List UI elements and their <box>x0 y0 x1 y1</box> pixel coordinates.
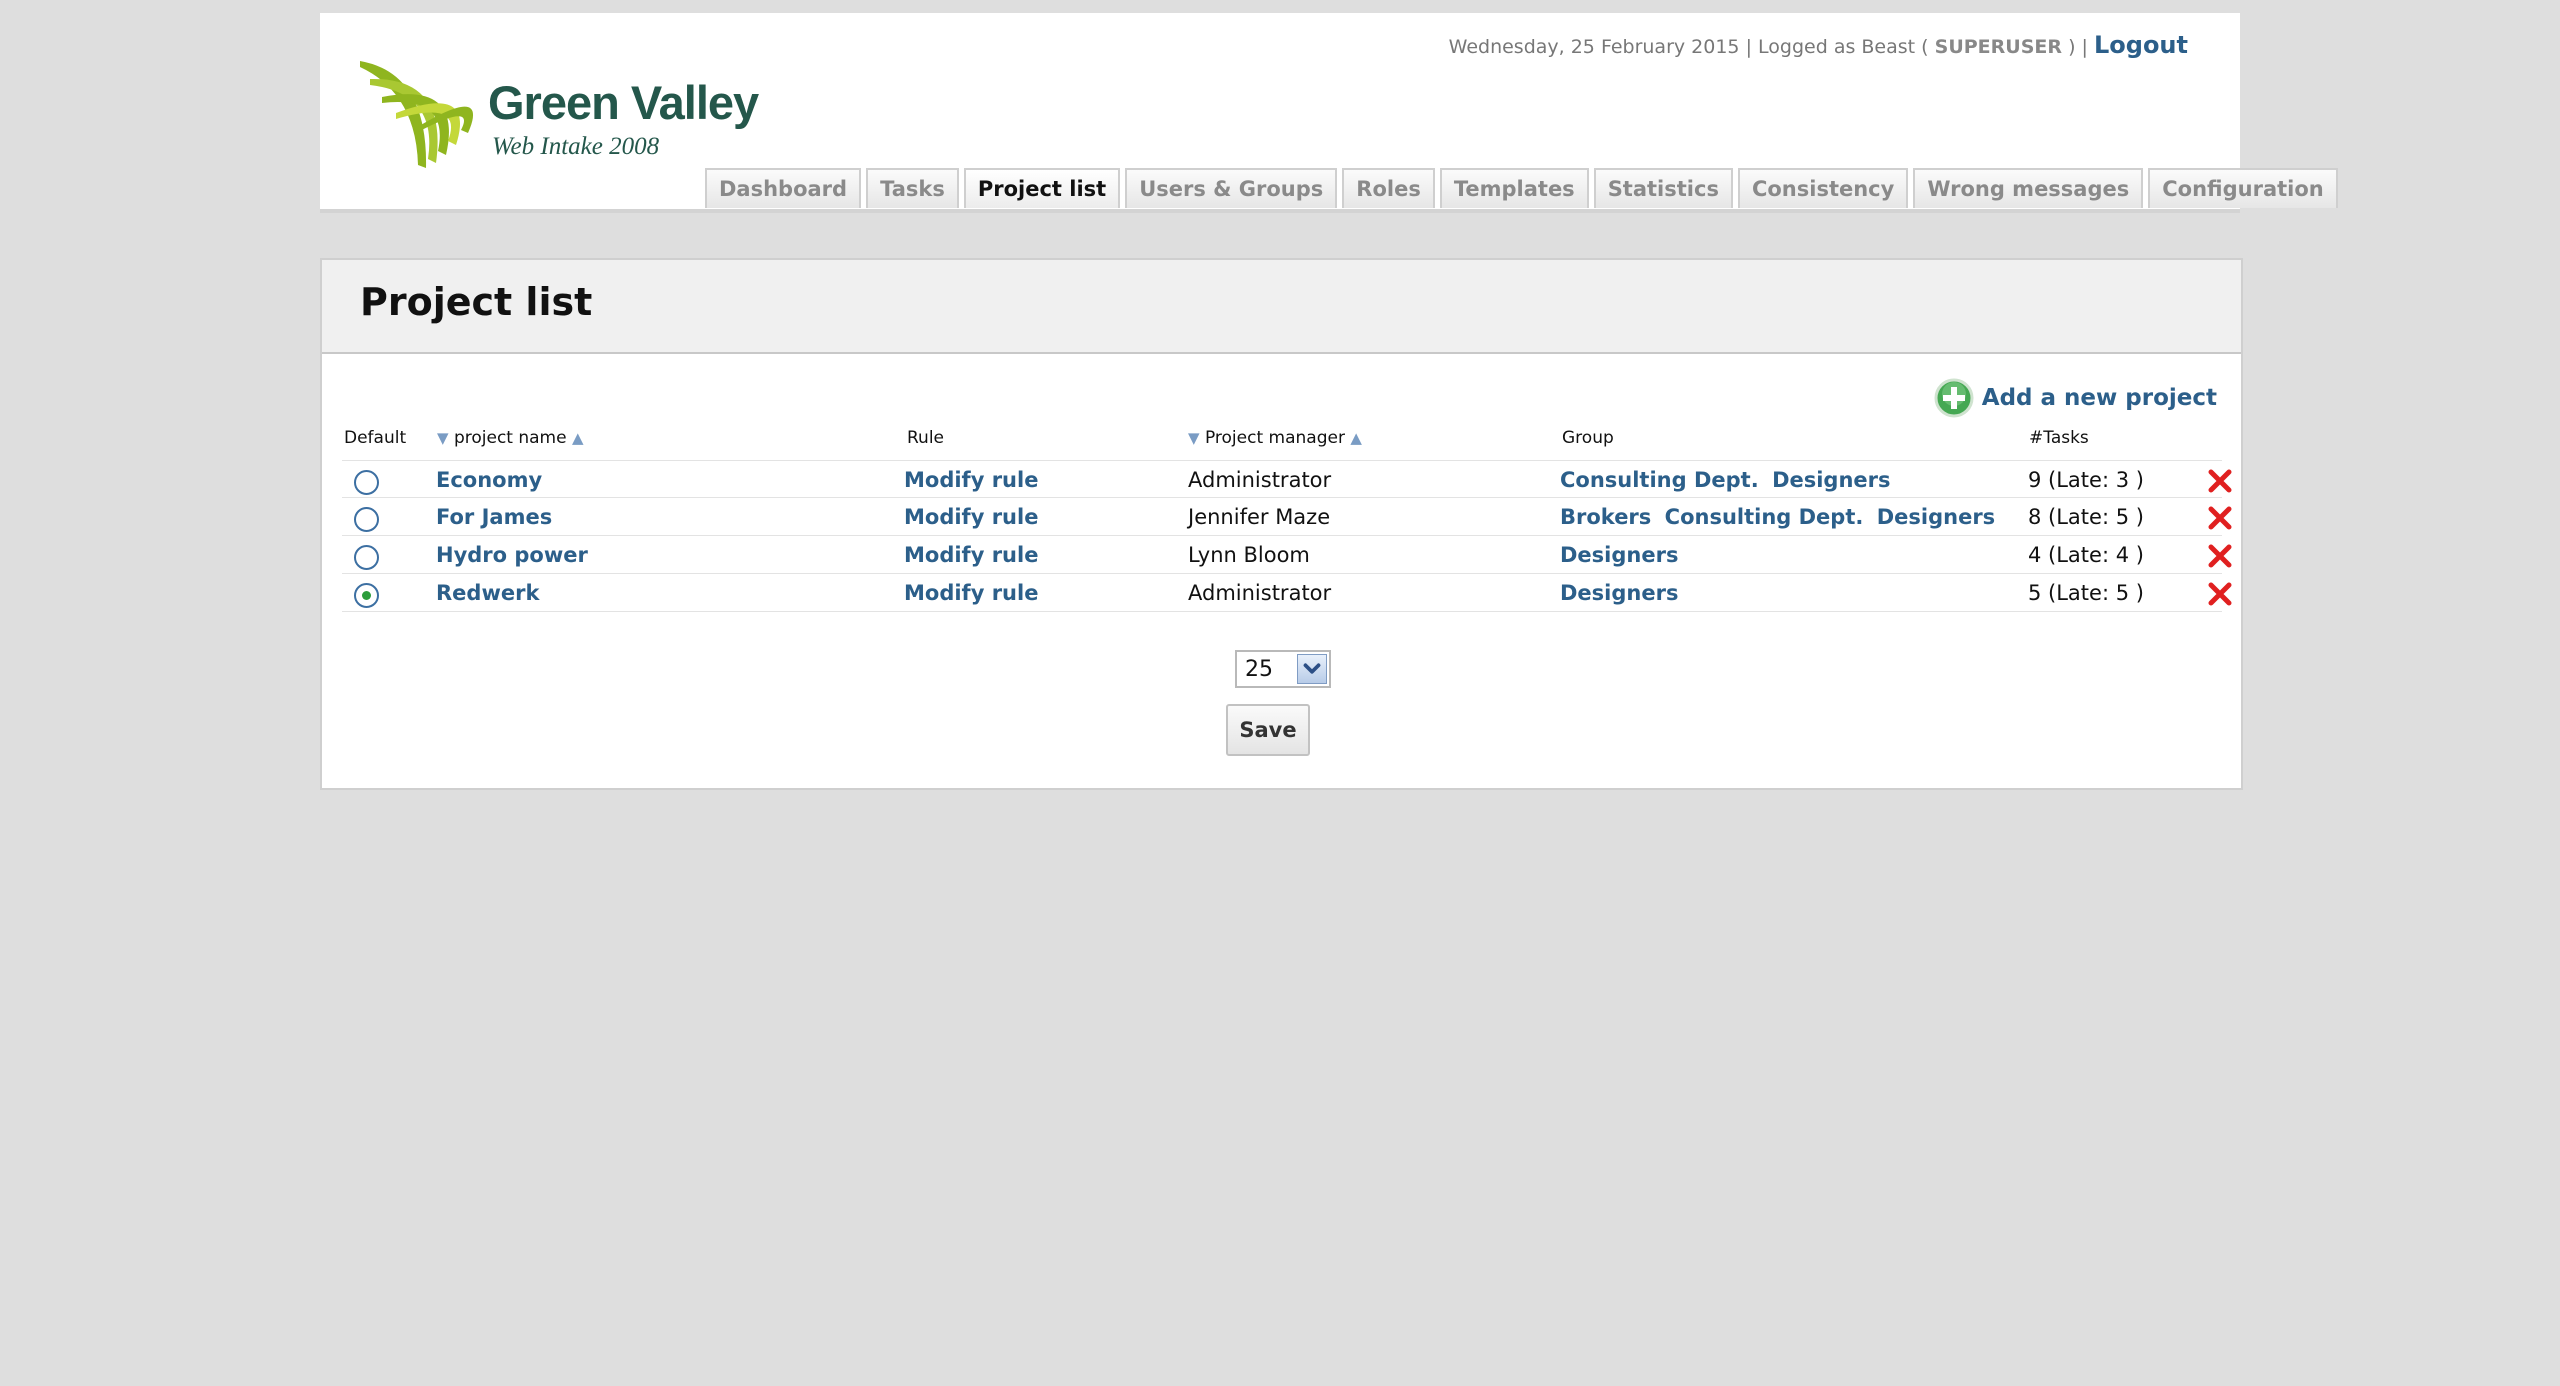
group-list: Consulting Dept. Designers <box>1560 468 1891 492</box>
tab-roles[interactable]: Roles <box>1342 168 1435 208</box>
modify-rule-link[interactable]: Modify rule <box>904 581 1038 605</box>
page-size-value: 25 <box>1245 657 1273 682</box>
group-link[interactable]: Designers <box>1560 543 1678 567</box>
col-tasks: #Tasks <box>2029 428 2089 448</box>
tab-statistics[interactable]: Statistics <box>1593 168 1733 208</box>
page-size-select[interactable]: 25 <box>1235 650 1331 688</box>
user-role: SUPERUSER <box>1934 36 2063 58</box>
delete-x-icon[interactable] <box>2207 581 2233 607</box>
chevron-down-icon <box>1303 663 1321 674</box>
role-paren-open: ( <box>1921 36 1929 58</box>
sort-desc-icon[interactable]: ▼ <box>437 429 449 447</box>
default-radio-selected[interactable] <box>354 583 379 608</box>
sort-asc-icon[interactable]: ▲ <box>1350 429 1362 447</box>
delete-x-icon[interactable] <box>2207 543 2233 569</box>
project-manager: Administrator <box>1188 581 1332 605</box>
group-list: Designers <box>1560 581 1678 605</box>
project-list-panel: Project list Add a new project Default ▼… <box>320 258 2243 790</box>
tab-dashboard[interactable]: Dashboard <box>705 168 862 208</box>
green-valley-logo[interactable]: Green Valley Web Intake 2008 <box>358 53 759 178</box>
tab-consistency[interactable]: Consistency <box>1737 168 1909 208</box>
group-list: Brokers Consulting Dept. Designers <box>1560 505 1995 529</box>
group-link[interactable]: Designers <box>1877 505 1995 529</box>
col-default: Default <box>344 428 407 448</box>
panel-header: Project list <box>322 260 2241 354</box>
project-name-link[interactable]: For James <box>436 505 552 529</box>
user-info-bar: Wednesday, 25 February 2015 | Logged as … <box>1449 31 2188 59</box>
page-title: Project list <box>360 280 593 324</box>
task-count: 4 (Late: 4 ) <box>2028 543 2144 567</box>
project-name-link[interactable]: Redwerk <box>436 581 539 605</box>
sort-desc-icon[interactable]: ▼ <box>1188 429 1200 447</box>
app-header: Green Valley Web Intake 2008 Wednesday, … <box>320 13 2338 213</box>
dropdown-button[interactable] <box>1297 654 1327 684</box>
separator: | <box>1745 36 1752 58</box>
logged-as-text: Logged as Beast <box>1758 36 1916 58</box>
modify-rule-link[interactable]: Modify rule <box>904 543 1038 567</box>
group-link[interactable]: Consulting Dept. <box>1665 505 1864 529</box>
tab-wrong-messages[interactable]: Wrong messages <box>1913 168 2144 208</box>
tab-project-list[interactable]: Project list <box>963 168 1121 208</box>
separator: | <box>2081 36 2088 58</box>
project-name-link[interactable]: Economy <box>436 468 542 492</box>
delete-x-icon[interactable] <box>2207 468 2233 494</box>
add-project-button[interactable]: Add a new project <box>1934 378 2217 418</box>
delete-x-icon[interactable] <box>2207 505 2233 531</box>
col-rule: Rule <box>907 428 945 448</box>
leaf-swoosh-icon <box>360 61 474 168</box>
logout-link[interactable]: Logout <box>2094 31 2188 59</box>
col-project-manager: ▼ Project manager ▲ <box>1188 428 1362 448</box>
logo-title: Green Valley <box>488 76 759 129</box>
sort-asc-icon[interactable]: ▲ <box>572 429 584 447</box>
task-count: 5 (Late: 5 ) <box>2028 581 2144 605</box>
group-link[interactable]: Brokers <box>1560 505 1651 529</box>
default-radio[interactable] <box>354 545 379 570</box>
project-manager: Administrator <box>1188 468 1332 492</box>
plus-circle-icon <box>1934 378 1974 418</box>
col-project-name: ▼ project name ▲ <box>437 428 584 448</box>
project-manager: Lynn Bloom <box>1188 543 1310 567</box>
logo-subtitle: Web Intake 2008 <box>492 133 660 160</box>
add-project-label: Add a new project <box>1981 385 2217 411</box>
project-manager: Jennifer Maze <box>1188 505 1331 529</box>
role-paren-close: ) <box>2068 36 2076 58</box>
group-link[interactable]: Designers <box>1772 468 1890 492</box>
col-group: Group <box>1562 428 1614 448</box>
tab-users-groups[interactable]: Users & Groups <box>1125 168 1338 208</box>
task-count: 8 (Late: 5 ) <box>2028 505 2144 529</box>
modify-rule-link[interactable]: Modify rule <box>904 505 1038 529</box>
tab-tasks[interactable]: Tasks <box>866 168 959 208</box>
tab-configuration[interactable]: Configuration <box>2148 168 2338 208</box>
group-link[interactable]: Designers <box>1560 581 1678 605</box>
task-count: 9 (Late: 3 ) <box>2028 468 2144 492</box>
modify-rule-link[interactable]: Modify rule <box>904 468 1038 492</box>
table-row: For James Modify rule Jennifer Maze Brok… <box>342 498 2232 536</box>
default-radio[interactable] <box>354 507 379 532</box>
col-project-manager-label[interactable]: Project manager <box>1205 428 1345 448</box>
tab-templates[interactable]: Templates <box>1439 168 1589 208</box>
group-link[interactable]: Consulting Dept. <box>1560 468 1759 492</box>
default-radio[interactable] <box>354 470 379 495</box>
project-name-link[interactable]: Hydro power <box>436 543 588 567</box>
table-row: Redwerk Modify rule Administrator Design… <box>342 574 2232 612</box>
main-nav-tabs: Dashboard Tasks Project list Users & Gro… <box>705 168 2338 208</box>
current-date: Wednesday, 25 February 2015 <box>1448 36 1740 58</box>
col-project-name-label[interactable]: project name <box>454 428 567 448</box>
project-table: Economy Modify rule Administrator Consul… <box>342 460 2232 612</box>
save-button[interactable]: Save <box>1226 704 1310 756</box>
group-list: Designers <box>1560 543 1678 567</box>
table-row: Economy Modify rule Administrator Consul… <box>342 460 2232 498</box>
table-row: Hydro power Modify rule Lynn Bloom Desig… <box>342 536 2232 574</box>
